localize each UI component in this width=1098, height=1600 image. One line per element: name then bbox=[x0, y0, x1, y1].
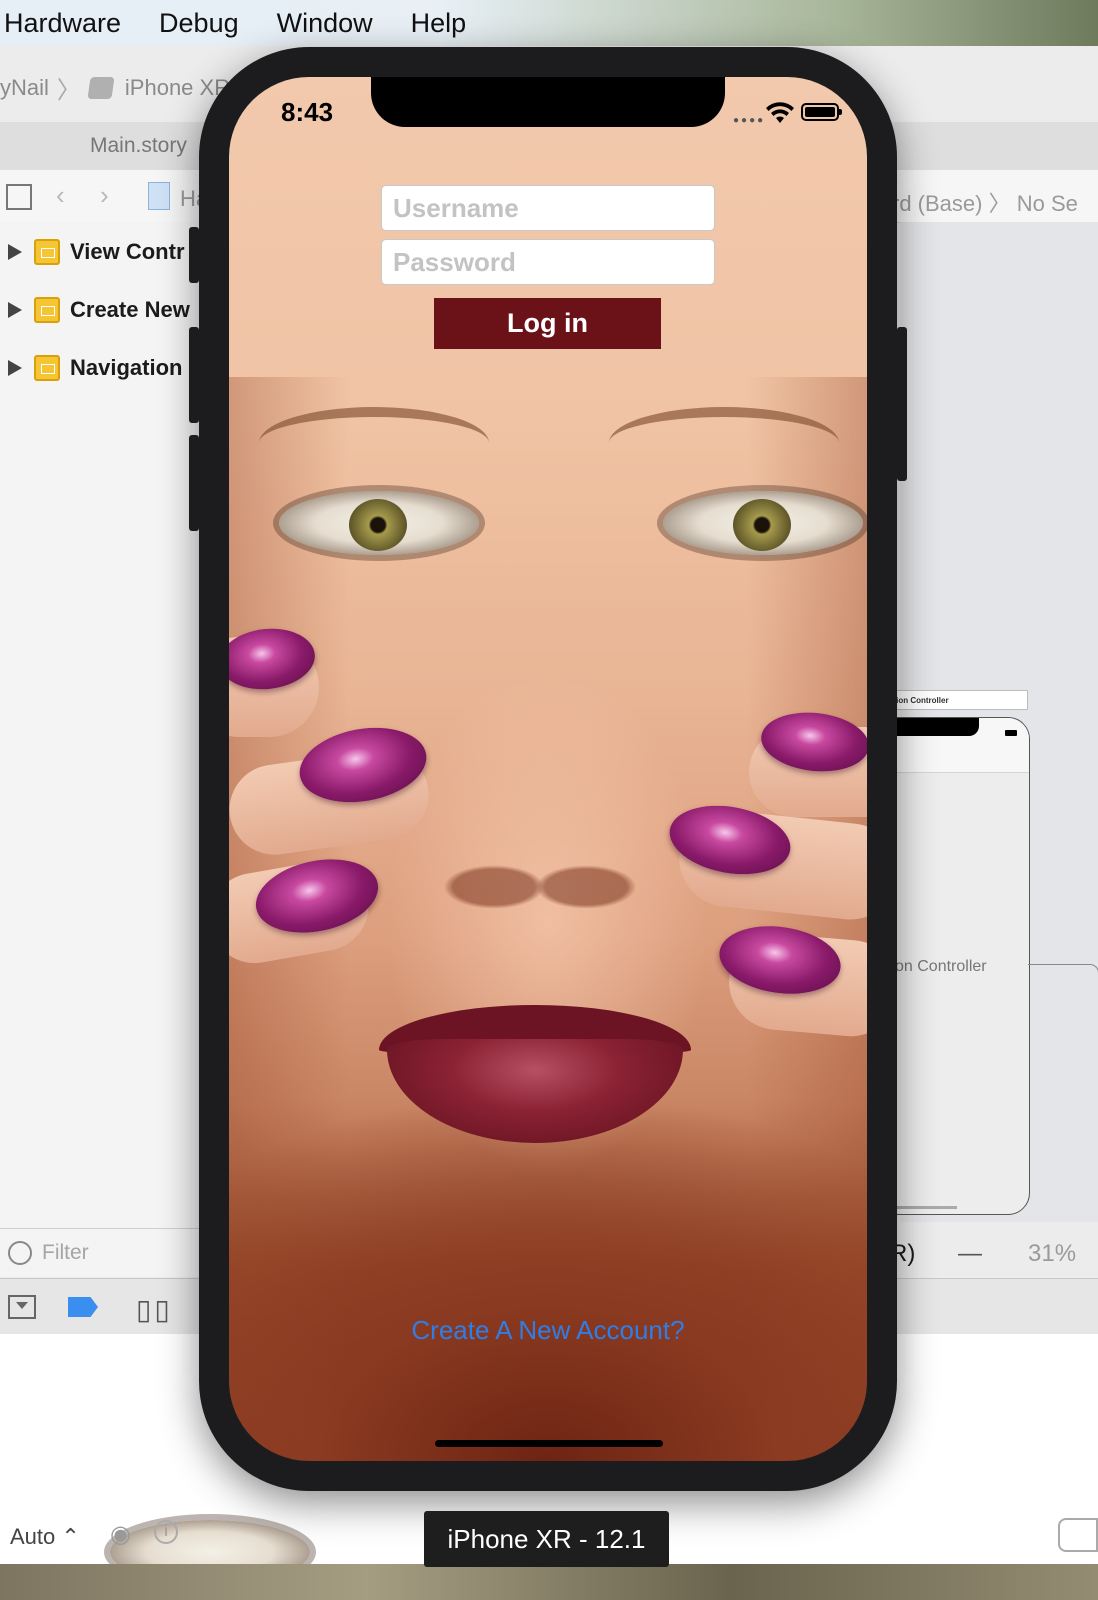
menu-hardware[interactable]: Hardware bbox=[4, 8, 121, 39]
simulator-device-frame: 8:43 ●●●● Log in Create A New Account? bbox=[189, 47, 907, 1491]
outline-item-view-controller[interactable]: View Contr bbox=[0, 232, 185, 272]
outline-item-label: View Contr bbox=[70, 239, 185, 264]
segue-connection[interactable] bbox=[1028, 964, 1098, 973]
scheme-device: iPhone XR bbox=[124, 74, 231, 100]
battery-icon bbox=[1005, 730, 1017, 736]
battery-icon bbox=[801, 103, 842, 121]
cellular-signal-icon: ●●●● bbox=[733, 115, 766, 126]
simulator-screen[interactable]: 8:43 ●●●● Log in Create A New Account? bbox=[229, 77, 867, 1461]
breakpoints-toggle-icon[interactable] bbox=[68, 1297, 98, 1317]
background-eye-right bbox=[663, 491, 863, 555]
background-nose bbox=[425, 817, 655, 917]
background-eye-left bbox=[279, 491, 479, 555]
chevron-right-icon: 〉 bbox=[988, 191, 1011, 216]
background-iris bbox=[733, 499, 791, 551]
document-outline: View Contr Create New Navigation bbox=[0, 222, 200, 1228]
home-indicator[interactable] bbox=[435, 1440, 663, 1447]
disclosure-triangle-icon[interactable] bbox=[8, 302, 22, 318]
filter-icon bbox=[8, 1241, 32, 1265]
variables-scope-select[interactable]: Auto ⌃ bbox=[10, 1524, 80, 1550]
volume-down-button bbox=[189, 435, 199, 531]
tab-main-storyboard[interactable]: Main.story bbox=[90, 134, 187, 158]
username-field[interactable] bbox=[381, 185, 715, 231]
scene-label: on Controller bbox=[895, 958, 987, 975]
scene-navigation-controller[interactable]: on Controller bbox=[876, 717, 1030, 1215]
filter-icon[interactable] bbox=[1058, 1518, 1098, 1552]
filter-input[interactable]: Filter bbox=[42, 1241, 89, 1265]
back-arrow-icon[interactable]: ‹ bbox=[56, 180, 65, 211]
desktop-background-strip bbox=[0, 1564, 1098, 1600]
chevron-right-icon: 〉 bbox=[56, 77, 81, 104]
background-lips-bottom bbox=[387, 1039, 683, 1143]
scheme-project: yNail bbox=[0, 74, 49, 100]
breadcrumb[interactable]: rd (Base) 〉 No Se bbox=[892, 186, 1078, 218]
menu-debug[interactable]: Debug bbox=[159, 8, 239, 39]
scene-title-bar[interactable]: ation Controller bbox=[880, 690, 1028, 710]
disclosure-triangle-icon[interactable] bbox=[8, 244, 22, 260]
hide-debug-area-icon[interactable] bbox=[8, 1295, 36, 1319]
navigation-controller-icon bbox=[34, 355, 60, 381]
canvas-zoom-controls: R) — 31% bbox=[880, 1232, 1098, 1276]
password-field[interactable] bbox=[381, 239, 715, 285]
menu-bar: Hardware Debug Window Help bbox=[0, 0, 1098, 46]
disclosure-triangle-icon[interactable] bbox=[8, 360, 22, 376]
breadcrumb-storyboard[interactable]: rd (Base) bbox=[892, 191, 982, 216]
project-file-icon bbox=[148, 182, 170, 210]
scheme-selector[interactable]: yNail 〉 iPhone XR bbox=[0, 70, 230, 105]
ringer-switch bbox=[189, 227, 199, 283]
menu-help[interactable]: Help bbox=[411, 8, 467, 39]
menu-window[interactable]: Window bbox=[277, 8, 373, 39]
outline-item-create-new[interactable]: Create New bbox=[0, 290, 190, 330]
breadcrumb-selection[interactable]: No Se bbox=[1017, 191, 1078, 216]
zoom-out-button[interactable]: — bbox=[958, 1240, 982, 1268]
outline-filter-bar: Filter bbox=[0, 1228, 200, 1277]
view-controller-icon bbox=[34, 297, 60, 323]
outline-item-label: Navigation bbox=[70, 355, 183, 380]
pause-icon[interactable]: ▯▯ bbox=[136, 1293, 173, 1326]
zoom-level[interactable]: 31% bbox=[1028, 1240, 1076, 1268]
device-icon bbox=[87, 76, 115, 99]
wifi-icon bbox=[766, 102, 794, 123]
outline-item-label: Create New bbox=[70, 297, 190, 322]
status-time: 8:43 bbox=[281, 97, 334, 127]
device-notch bbox=[371, 77, 725, 127]
login-button[interactable]: Log in bbox=[434, 298, 661, 349]
side-button bbox=[897, 327, 907, 481]
simulator-device-label: iPhone XR - 12.1 bbox=[424, 1511, 669, 1567]
forward-arrow-icon[interactable]: › bbox=[100, 180, 109, 211]
info-icon[interactable]: i bbox=[154, 1520, 178, 1544]
background-iris bbox=[349, 499, 407, 551]
outline-item-navigation[interactable]: Navigation bbox=[0, 348, 182, 388]
volume-up-button bbox=[189, 327, 199, 423]
related-items-icon[interactable] bbox=[6, 184, 32, 210]
create-account-link[interactable]: Create A New Account? bbox=[229, 1315, 867, 1346]
view-controller-icon bbox=[34, 239, 60, 265]
